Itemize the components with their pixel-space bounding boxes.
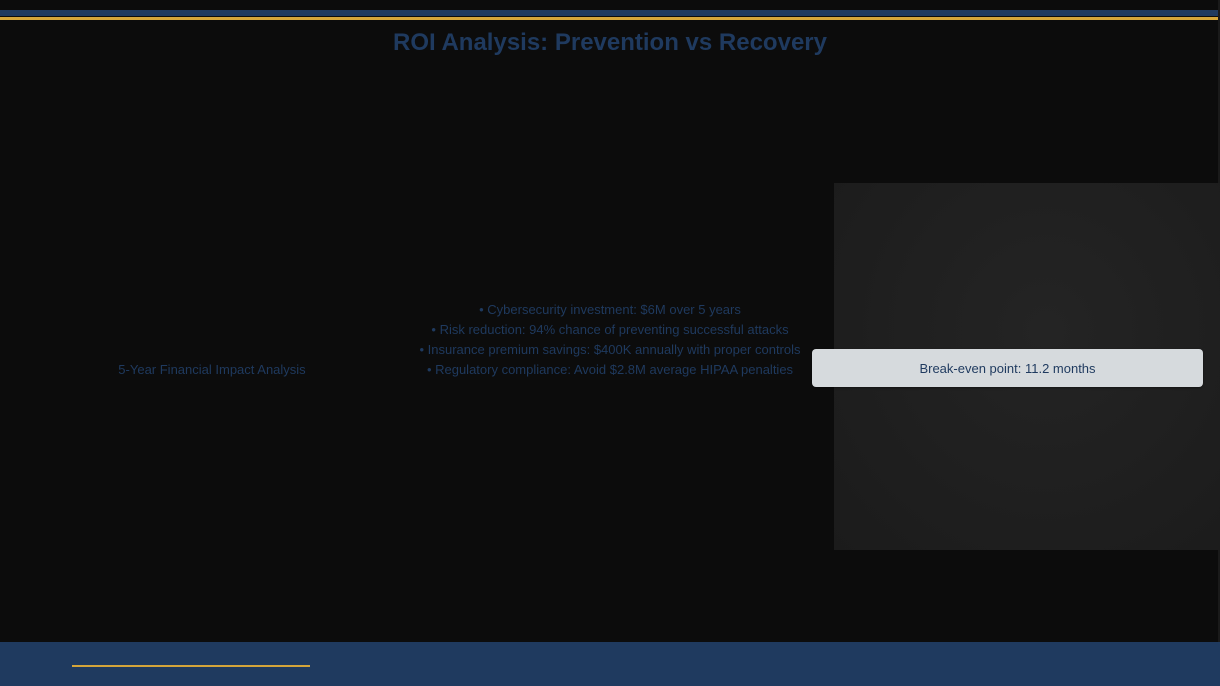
footer-bar — [0, 642, 1220, 686]
chart-caption: 5-Year Financial Impact Analysis — [118, 362, 306, 377]
header-navy-bar — [0, 10, 1218, 16]
top-band — [0, 0, 1218, 10]
break-even-text: Break-even point: 11.2 months — [919, 360, 1096, 376]
slide-title: ROI Analysis: Prevention vs Recovery — [393, 29, 827, 56]
bullet-investment: • Cybersecurity investment: $6M over 5 y… — [479, 302, 741, 317]
bullet-insurance-savings: • Insurance premium savings: $400K annua… — [419, 342, 801, 357]
bullet-regulatory-compliance: • Regulatory compliance: Avoid $2.8M ave… — [426, 362, 794, 377]
footer-gold-accent — [72, 665, 310, 667]
roi-bullet-list: • Cybersecurity investment: $6M over 5 y… — [410, 300, 810, 380]
bullet-risk-reduction: • Risk reduction: 94% chance of preventi… — [431, 322, 789, 337]
break-even-callout: Break-even point: 11.2 months — [812, 349, 1203, 387]
header-gold-rule — [0, 17, 1218, 20]
